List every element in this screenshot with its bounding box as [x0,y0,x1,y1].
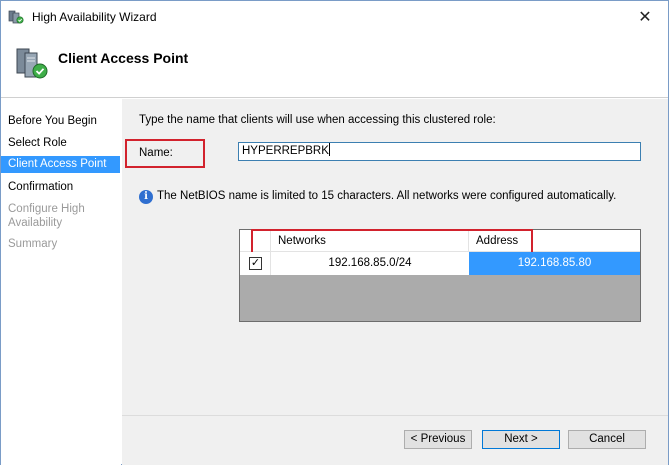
name-field[interactable]: HYPERREPBRK [238,142,641,161]
networks-grid[interactable]: Networks Address ✓ 192.168.85.0/24 192.1… [239,229,641,322]
next-button[interactable]: Next > [482,430,560,449]
nav-item-before-you-begin[interactable]: Before You Begin [1,114,120,128]
title-bar: High Availability Wizard ✕ [1,1,668,32]
name-field-value: HYPERREPBRK [242,145,329,157]
header-divider [1,97,668,98]
cluster-role-icon [16,48,48,79]
instruction-text: Type the name that clients will use when… [139,114,496,126]
wizard-step-nav: Before You Begin Select Role Client Acce… [1,99,121,465]
text-caret [328,143,330,156]
table-row[interactable]: ✓ 192.168.85.0/24 192.168.85.80 [240,252,640,275]
window-title: High Availability Wizard [32,10,157,24]
nav-item-confirmation[interactable]: Confirmation [1,180,120,194]
nav-item-configure-high-availability: Configure High Availability [8,203,85,229]
content-panel: Type the name that clients will use when… [122,99,668,465]
previous-button[interactable]: < Previous [404,430,472,449]
row-checkbox-cell: ✓ [240,252,271,275]
nav-item-summary: Summary [8,238,58,250]
close-icon[interactable]: ✕ [622,1,668,32]
footer-divider [122,415,668,416]
nav-item-client-access-point[interactable]: Client Access Point [1,156,120,173]
cluster-wizard-icon [8,10,24,24]
network-cell: 192.168.85.0/24 [328,257,412,269]
info-icon: i [139,190,153,204]
page-title: Client Access Point [58,50,189,66]
wizard-window: High Availability Wizard ✕ Client Access… [0,0,669,465]
nav-item-select-role[interactable]: Select Role [1,136,120,150]
page-header: Client Access Point [1,32,668,96]
address-cell[interactable]: 192.168.85.80 [469,252,640,275]
name-label: Name: [139,147,173,159]
info-text: The NetBIOS name is limited to 15 charac… [157,190,617,202]
cancel-button[interactable]: Cancel [568,430,646,449]
network-checkbox[interactable]: ✓ [249,257,262,270]
grid-header: Networks Address [240,229,640,254]
header-highlight-box [251,229,533,254]
